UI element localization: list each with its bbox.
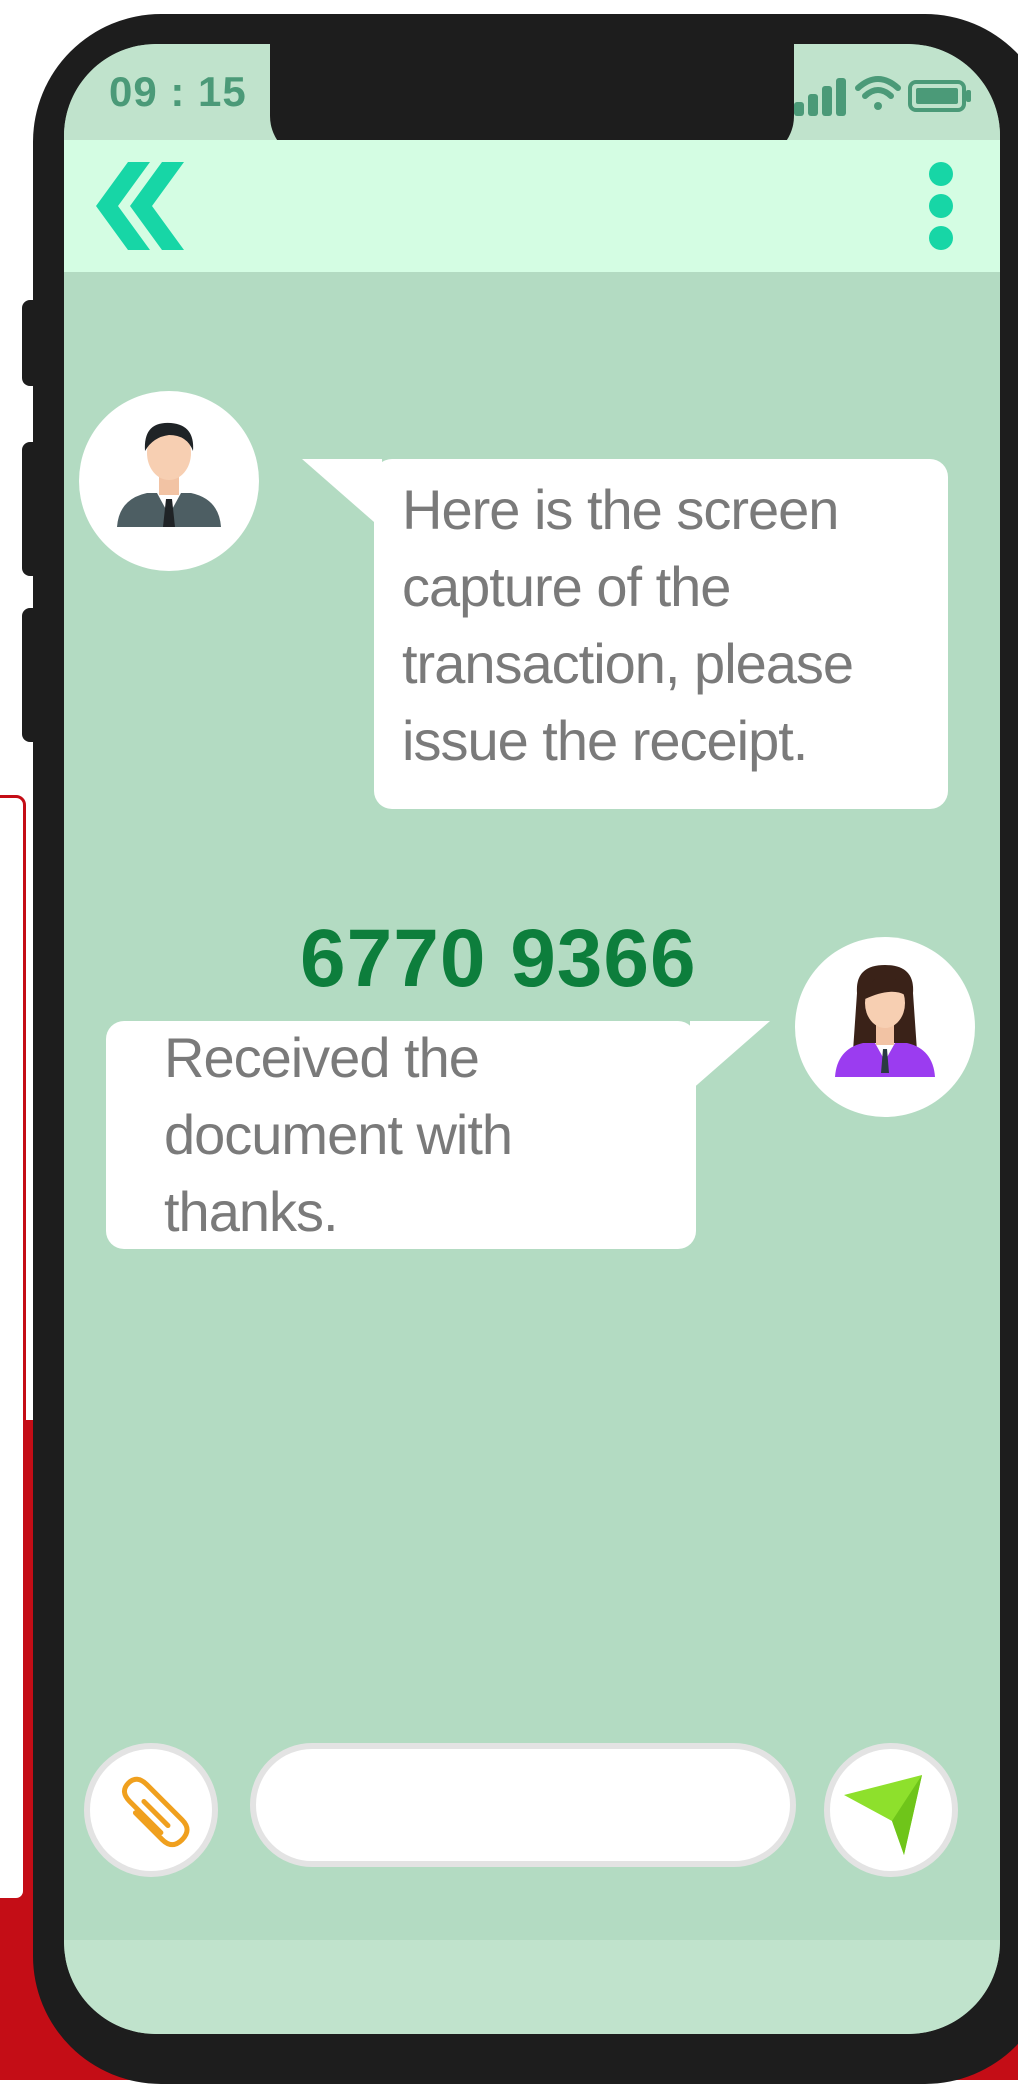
status-bar: 09 : 15 bbox=[64, 44, 1000, 160]
status-time: 09 : 15 bbox=[109, 68, 247, 115]
message-text: Received the document with thanks. bbox=[164, 1019, 513, 1250]
send-arrow-icon bbox=[844, 1775, 922, 1855]
female-businesswoman-avatar bbox=[795, 937, 975, 1117]
message-input[interactable] bbox=[250, 1743, 796, 1867]
male-businessman-avatar bbox=[79, 391, 259, 571]
background-card bbox=[0, 795, 26, 1901]
message-line: capture of the bbox=[402, 555, 731, 618]
message-bubble-reply: Received the document with thanks. bbox=[106, 1019, 770, 1250]
message-line: thanks. bbox=[164, 1180, 339, 1243]
wifi-icon bbox=[855, 76, 901, 110]
send-button[interactable] bbox=[824, 1743, 958, 1877]
message-line: Here is the screen bbox=[402, 478, 839, 541]
double-chevron-left-icon bbox=[96, 162, 184, 250]
message-line: Received the bbox=[164, 1026, 480, 1089]
message-text: Here is the screen capture of the transa… bbox=[402, 471, 854, 779]
paperclip-icon bbox=[121, 1776, 190, 1848]
phone-number-label: 6770 9366 bbox=[300, 913, 697, 1004]
phone-frame: 09 : 15 Here is the screen capture of th… bbox=[33, 14, 1018, 2084]
attach-button[interactable] bbox=[84, 1743, 218, 1877]
bubble-tail bbox=[690, 1021, 770, 1091]
back-button[interactable] bbox=[90, 158, 186, 254]
bottom-bar bbox=[64, 1940, 1000, 2034]
message-line: document with bbox=[164, 1103, 513, 1166]
message-line: transaction, please bbox=[402, 632, 854, 695]
bubble-tail bbox=[302, 459, 382, 529]
chat-header bbox=[64, 140, 1000, 272]
status-icons bbox=[794, 72, 994, 118]
signal-icon bbox=[794, 78, 846, 116]
message-line: issue the receipt. bbox=[402, 709, 808, 772]
battery-icon bbox=[908, 80, 971, 112]
more-options-button[interactable] bbox=[919, 156, 963, 256]
phone-screen: 09 : 15 Here is the screen capture of th… bbox=[64, 44, 1000, 2034]
message-bubble-incoming: Here is the screen capture of the transa… bbox=[302, 459, 948, 809]
kebab-menu-icon bbox=[929, 162, 953, 250]
